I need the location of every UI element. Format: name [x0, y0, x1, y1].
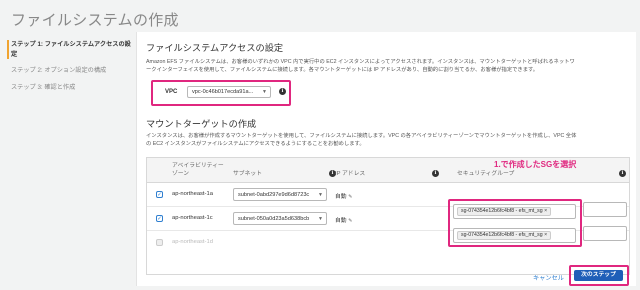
subnet-value: subnet-0abd297e9d6d8723c [238, 192, 310, 198]
cancel-link[interactable]: キャンセル [533, 273, 564, 282]
access-heading: ファイルシステムアクセスの設定 [146, 43, 284, 53]
az-cell: ap-northeast-1a [172, 191, 213, 197]
ip-cell[interactable]: 自動 ✎ [335, 191, 352, 200]
vpc-select[interactable]: vpc-0c46b017ecda91a... ▼ [187, 86, 271, 98]
row-checkbox[interactable] [156, 239, 163, 246]
caret-down-icon: ▼ [318, 192, 323, 198]
ip-value: 自動 [335, 218, 347, 224]
mount-description: インスタンスは、お客様が作成するマウントターゲットを使用して、ファイルシステムに… [146, 132, 634, 148]
sg-tag-label: sg-074354e12b6fc4bf8 - efs_mt_sg [461, 208, 543, 214]
pencil-icon[interactable]: ✎ [348, 194, 352, 200]
mount-desc-line2: の EC2 インスタンスがファイルシステムにアクセスできるようにすることをお勧め… [146, 141, 365, 147]
mount-target-table: アベイラビリティー ゾーン サブネット i IP アドレス i セキュリティグル… [146, 157, 630, 275]
info-icon[interactable]: i [619, 170, 626, 177]
column-ip: IP アドレス [335, 171, 366, 177]
step-2[interactable]: ステップ 2: オプション設定の構成 [11, 66, 133, 76]
next-button-highlight: 次のステップ [569, 265, 629, 286]
step-3[interactable]: ステップ 3: 確認と作成 [11, 83, 133, 93]
ip-cell[interactable]: 自動 ✎ [335, 215, 352, 224]
sg-input-extension[interactable] [583, 226, 627, 241]
sg-input[interactable]: sg-074354e12b6fc4bf8 - efs_mt_sg × [453, 228, 576, 243]
sg-input-extension[interactable] [583, 202, 627, 217]
subnet-select[interactable]: subnet-0abd297e9d6d8723c ▼ [233, 188, 327, 201]
az-cell: ap-northeast-1c [172, 215, 213, 221]
close-icon[interactable]: × [544, 232, 547, 238]
caret-down-icon: ▼ [318, 216, 323, 222]
column-az: アベイラビリティー ゾーン [172, 162, 224, 178]
vpc-highlight: VPC vpc-0c46b017ecda91a... ▼ i [151, 80, 291, 106]
subnet-select[interactable]: subnet-050a0d23a5d638bcb ▼ [233, 212, 327, 225]
mount-desc-line1: インスタンスは、お客様が作成するマウントターゲットを使用して、ファイルシステムに… [146, 133, 577, 139]
annotation-label: 1.で作成したSGを選択 [494, 160, 577, 169]
close-icon[interactable]: × [544, 208, 547, 214]
az-cell: ap-northeast-1d [172, 239, 213, 245]
sg-tag: sg-074354e12b6fc4bf8 - efs_mt_sg × [457, 207, 552, 216]
checkmark-icon: ✓ [157, 216, 162, 222]
info-icon[interactable]: i [432, 170, 439, 177]
page-title: ファイルシステムの作成 [11, 12, 179, 29]
column-subnet: サブネット [233, 171, 262, 177]
row-checkbox[interactable]: ✓ [156, 191, 163, 198]
pencil-icon[interactable]: ✎ [348, 218, 352, 224]
access-desc-line2: ークインターフェイスを使用して、ファイルシステムに接続します。各マウントターゲッ… [146, 67, 539, 73]
access-desc-line1: Amazon EFS ファイルシステムは、お客様のいずれかの VPC 内で実行中… [146, 59, 575, 65]
sg-input[interactable]: sg-074354e12b6fc4bf8 - efs_mt_sg × [453, 204, 576, 219]
mount-heading: マウントターゲットの作成 [146, 119, 257, 129]
vpc-value: vpc-0c46b017ecda91a... [192, 89, 254, 95]
info-icon[interactable]: i [279, 88, 286, 95]
row-checkbox[interactable]: ✓ [156, 215, 163, 222]
step-1[interactable]: ステップ 1: ファイルシステムアクセスの設定 [7, 40, 133, 59]
subnet-value: subnet-050a0d23a5d638bcb [238, 216, 310, 222]
checkmark-icon: ✓ [157, 192, 162, 198]
main-panel: ファイルシステムアクセスの設定 Amazon EFS ファイルシステムは、お客様… [136, 32, 636, 286]
column-az-line2: ゾーン [172, 171, 190, 177]
next-step-button[interactable]: 次のステップ [574, 270, 623, 281]
vpc-label: VPC [165, 89, 178, 95]
caret-down-icon: ▼ [262, 89, 267, 95]
column-sg: セキュリティグループ [457, 171, 515, 177]
access-description: Amazon EFS ファイルシステムは、お客様のいずれかの VPC 内で実行中… [146, 58, 634, 74]
wizard-steps: ステップ 1: ファイルシステムアクセスの設定 ステップ 2: オプション設定の… [7, 40, 133, 99]
ip-value: 自動 [335, 194, 347, 200]
sg-highlight: sg-074354e12b6fc4bf8 - efs_mt_sg × sg-07… [448, 199, 582, 247]
column-az-line1: アベイラビリティー [172, 163, 224, 169]
sg-tag: sg-074354e12b6fc4bf8 - efs_mt_sg × [457, 231, 552, 240]
sg-tag-label: sg-074354e12b6fc4bf8 - efs_mt_sg [461, 232, 543, 238]
